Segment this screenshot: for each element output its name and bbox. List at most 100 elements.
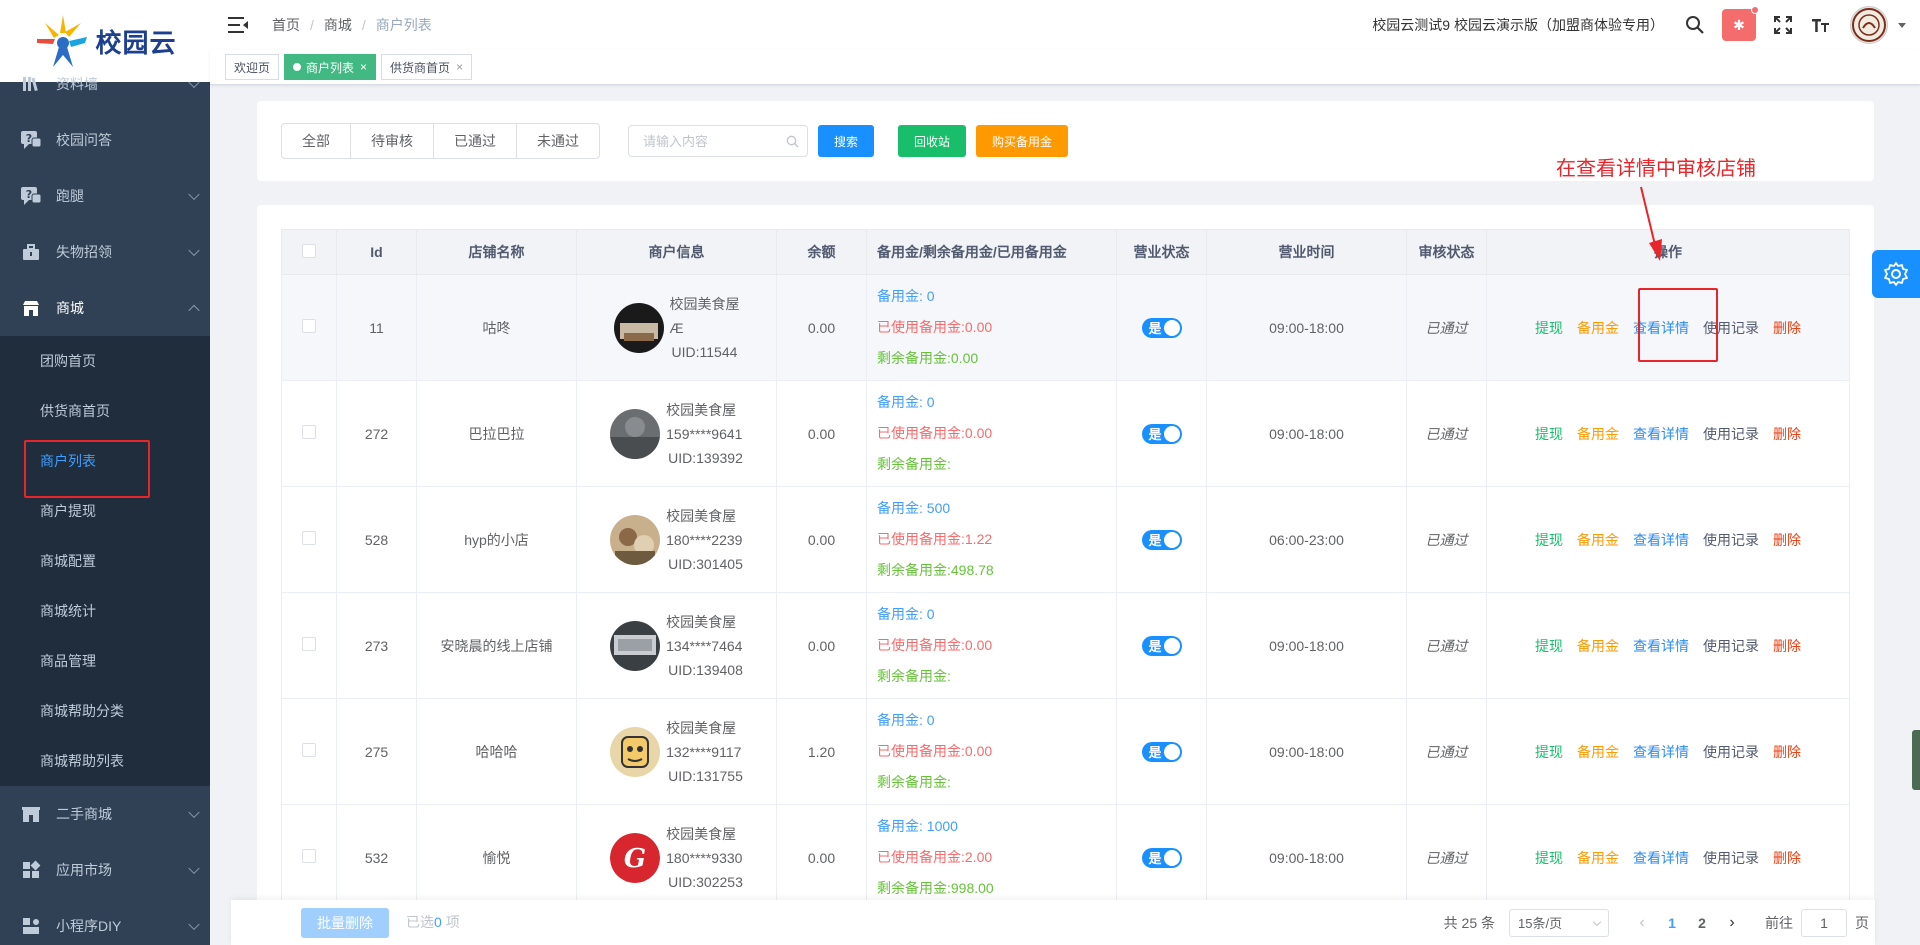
view-details-link[interactable]: 查看详情 xyxy=(1633,530,1689,550)
next-page-icon[interactable]: › xyxy=(1717,914,1747,932)
business-status-switch[interactable]: 是 xyxy=(1141,529,1182,550)
usage-record-link[interactable]: 使用记录 xyxy=(1703,424,1759,444)
usage-record-link[interactable]: 使用记录 xyxy=(1703,530,1759,550)
search-icon[interactable] xyxy=(1680,10,1710,40)
side-widget-handle[interactable] xyxy=(1912,730,1920,790)
prev-page-icon[interactable]: ‹ xyxy=(1627,914,1657,932)
goto-page-input[interactable]: 1 xyxy=(1801,908,1847,937)
sidebar-subitem-group-buy[interactable]: 团购首页 xyxy=(0,336,210,386)
buy-reserve-fund-button[interactable]: 购买备用金 xyxy=(976,125,1068,157)
settings-float-button[interactable] xyxy=(1872,250,1920,298)
sidebar-subitem-mall-config[interactable]: 商城配置 xyxy=(0,536,210,586)
business-status-switch[interactable]: 是 xyxy=(1141,317,1182,338)
usage-record-link[interactable]: 使用记录 xyxy=(1703,636,1759,656)
select-all-checkbox[interactable] xyxy=(302,243,316,258)
reserve-fund-link[interactable]: 备用金 xyxy=(1577,848,1619,868)
reserve-fund-link[interactable]: 备用金 xyxy=(1577,742,1619,762)
sidebar-item-mall[interactable]: 商城 xyxy=(0,280,210,336)
table-row[interactable]: 532 愉悦 G 校园美食屋 180****9330 UID:302253 0.… xyxy=(281,804,1850,911)
table-row[interactable]: 11 咕咚 校园美食屋 Æ UID:11544 0.00 备用金: 0 已使用备… xyxy=(281,274,1850,381)
tag-merchant-list[interactable]: 商户列表 × xyxy=(284,54,377,80)
withdraw-link[interactable]: 提现 xyxy=(1535,742,1563,762)
sidebar-subitem-mall-stats[interactable]: 商城统计 xyxy=(0,586,210,636)
filter-rejected-button[interactable]: 未通过 xyxy=(516,123,600,159)
search-input[interactable] xyxy=(643,133,783,149)
breadcrumb-home[interactable]: 首页 xyxy=(272,15,300,35)
batch-delete-button[interactable]: 批量删除 xyxy=(301,908,389,938)
delete-link[interactable]: 删除 xyxy=(1773,318,1801,338)
sidebar-item-label: 应用市场 xyxy=(56,862,112,878)
row-checkbox[interactable] xyxy=(302,637,316,651)
delete-link[interactable]: 删除 xyxy=(1773,636,1801,656)
sidebar-item-lost-found[interactable]: 失物招领 xyxy=(0,224,210,280)
search-button[interactable]: 搜索 xyxy=(818,125,874,157)
filter-pending-button[interactable]: 待审核 xyxy=(350,123,434,159)
sidebar-item-campus-qa[interactable]: ? 校园问答 xyxy=(0,112,210,168)
sidebar-subitem-merchant-list[interactable]: 商户列表 xyxy=(0,436,210,486)
usage-record-link[interactable]: 使用记录 xyxy=(1703,742,1759,762)
usage-record-link[interactable]: 使用记录 xyxy=(1703,318,1759,338)
sidebar-subitem-goods-manage[interactable]: 商品管理 xyxy=(0,636,210,686)
filter-all-button[interactable]: 全部 xyxy=(281,123,351,159)
row-checkbox[interactable] xyxy=(302,425,316,439)
view-details-link[interactable]: 查看详情 xyxy=(1633,318,1689,338)
delete-link[interactable]: 删除 xyxy=(1773,742,1801,762)
recycle-bin-button[interactable]: 回收站 xyxy=(898,125,966,157)
usage-record-link[interactable]: 使用记录 xyxy=(1703,848,1759,868)
reserve-fund-link[interactable]: 备用金 xyxy=(1577,424,1619,444)
view-details-link[interactable]: 查看详情 xyxy=(1633,424,1689,444)
table-row[interactable]: 272 巴拉巴拉 校园美食屋 159****9641 UID:139392 0.… xyxy=(281,380,1850,487)
sidebar-subitem-help-list[interactable]: 商城帮助列表 xyxy=(0,736,210,786)
withdraw-link[interactable]: 提现 xyxy=(1535,530,1563,550)
sidebar-item-second-hand[interactable]: 二手商城 xyxy=(0,786,210,842)
sidebar-item-mini-diy[interactable]: 小程序DIY xyxy=(0,898,210,945)
delete-link[interactable]: 删除 xyxy=(1773,530,1801,550)
sidebar-item-errand[interactable]: ? 跑腿 xyxy=(0,168,210,224)
row-checkbox[interactable] xyxy=(302,531,316,545)
table-row[interactable]: 275 哈哈哈 校园美食屋 132****9117 UID:131755 1.2… xyxy=(281,698,1850,805)
sidebar-subitem-help-category[interactable]: 商城帮助分类 xyxy=(0,686,210,736)
font-size-icon[interactable] xyxy=(1806,10,1836,40)
row-checkbox[interactable] xyxy=(302,743,316,757)
table-row[interactable]: 273 安晓晨的线上店铺 校园美食屋 134****7464 UID:13940… xyxy=(281,592,1850,699)
menu-toggle-icon[interactable] xyxy=(228,17,248,33)
user-avatar[interactable] xyxy=(1850,6,1888,44)
business-status-switch[interactable]: 是 xyxy=(1141,635,1182,656)
close-icon[interactable]: × xyxy=(456,60,463,74)
withdraw-link[interactable]: 提现 xyxy=(1535,848,1563,868)
delete-link[interactable]: 删除 xyxy=(1773,424,1801,444)
view-details-link[interactable]: 查看详情 xyxy=(1633,848,1689,868)
business-status-switch[interactable]: 是 xyxy=(1141,423,1182,444)
withdraw-link[interactable]: 提现 xyxy=(1535,636,1563,656)
close-icon[interactable]: × xyxy=(360,60,367,74)
page-number[interactable]: 2 xyxy=(1687,915,1717,931)
row-checkbox[interactable] xyxy=(302,319,316,333)
sidebar-subitem-supplier-home[interactable]: 供货商首页 xyxy=(0,386,210,436)
filter-approved-button[interactable]: 已通过 xyxy=(433,123,517,159)
business-status-switch[interactable]: 是 xyxy=(1141,847,1182,868)
row-select-cell xyxy=(281,486,337,593)
table-row[interactable]: 528 hyp的小店 校园美食屋 180****2239 UID:301405 … xyxy=(281,486,1850,593)
fullscreen-icon[interactable] xyxy=(1768,10,1798,40)
actions-cell: 提现 备用金 查看详情 使用记录 删除 xyxy=(1486,380,1850,487)
withdraw-link[interactable]: 提现 xyxy=(1535,318,1563,338)
view-details-link[interactable]: 查看详情 xyxy=(1633,742,1689,762)
sidebar-item-app-market[interactable]: 应用市场 xyxy=(0,842,210,898)
withdraw-link[interactable]: 提现 xyxy=(1535,424,1563,444)
breadcrumb-mall[interactable]: 商城 xyxy=(324,15,352,35)
bug-report-button[interactable]: ✱ xyxy=(1722,6,1759,41)
tag-welcome[interactable]: 欢迎页 xyxy=(225,54,280,80)
sidebar-item-resource-wall[interactable]: 资料墙 xyxy=(0,56,210,112)
page-number[interactable]: 1 xyxy=(1657,915,1687,931)
reserve-fund-link[interactable]: 备用金 xyxy=(1577,530,1619,550)
reserve-fund-link[interactable]: 备用金 xyxy=(1577,318,1619,338)
sidebar-subitem-merchant-withdraw[interactable]: 商户提现 xyxy=(0,486,210,536)
page-size-select[interactable]: 15条/页 xyxy=(1509,908,1609,937)
reserve-fund-link[interactable]: 备用金 xyxy=(1577,636,1619,656)
row-checkbox[interactable] xyxy=(302,849,316,863)
business-status-switch[interactable]: 是 xyxy=(1141,741,1182,762)
delete-link[interactable]: 删除 xyxy=(1773,848,1801,868)
caret-down-icon[interactable] xyxy=(1898,22,1906,28)
tag-supplier-home[interactable]: 供货商首页 × xyxy=(381,54,473,80)
view-details-link[interactable]: 查看详情 xyxy=(1633,636,1689,656)
